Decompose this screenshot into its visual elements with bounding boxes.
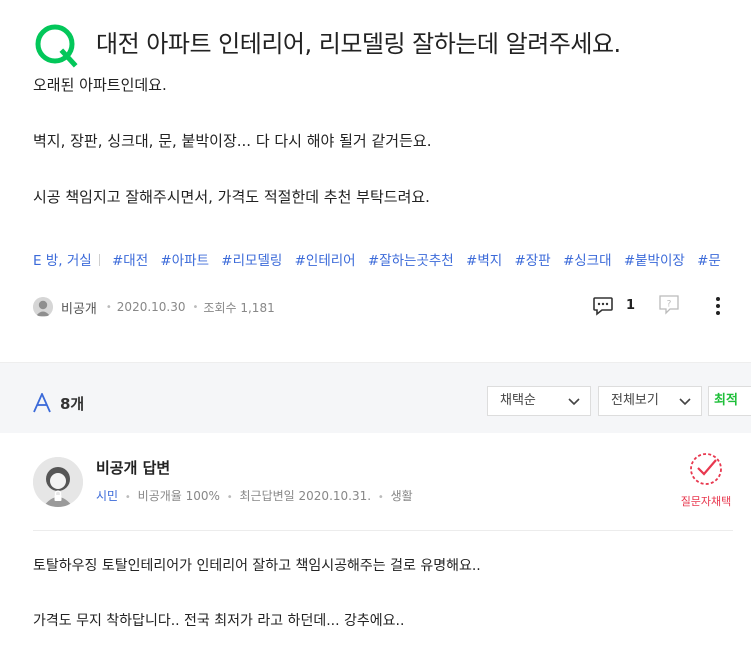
answer-body-line: 토탈하우징 토탈인테리어가 인테리어 잘하고 책임시공해주는 걸로 유명해요.. (33, 558, 481, 574)
tag-link[interactable]: #싱크대 (563, 249, 612, 269)
category-link[interactable]: E 방, 거실 (33, 249, 92, 269)
answer-a-icon (33, 393, 51, 413)
question-date: 2020.10.30 (116, 300, 186, 314)
check-badge-icon (690, 453, 722, 485)
chevron-down-icon (568, 398, 580, 406)
adoption-rate: 비공개율 100% (137, 489, 220, 503)
meta-separator: • (377, 492, 384, 503)
recent-answer-date: 최근답변일 2020.10.31. (239, 489, 372, 503)
chevron-down-icon (679, 398, 691, 406)
question-body-line: 벽지, 장판, 싱크대, 문, 붙박이장... 다 다시 해야 될거 같거든요. (33, 132, 432, 150)
answer-category: 생활 (390, 489, 413, 503)
tag-link[interactable]: #벽지 (466, 249, 502, 269)
divider (33, 530, 733, 531)
question-author: 비공개 (61, 301, 97, 317)
tag-link[interactable]: #아파트 (160, 249, 209, 269)
answerer-name: 비공개 답변 (96, 459, 171, 477)
view-count: 조회수 1,181 (203, 300, 275, 315)
comment-button[interactable]: 1 (592, 294, 635, 316)
sort-select[interactable]: 채택순 (487, 386, 591, 416)
questioner-chosen-badge: 질문자채택 (676, 451, 736, 508)
question-title: 대전 아파트 인테리어, 리모델링 잘하는데 알려주세요. (96, 30, 621, 58)
filter-select[interactable]: 전체보기 (598, 386, 702, 416)
comment-icon (593, 297, 613, 316)
tag-link[interactable]: #리모델링 (221, 249, 282, 269)
meta-separator: • (105, 301, 112, 313)
chosen-label: 질문자채택 (680, 495, 732, 508)
svg-text:?: ? (667, 300, 672, 310)
tag-link[interactable]: #붙박이장 (624, 249, 685, 269)
answer-count: 8개 (60, 395, 85, 413)
tag-link[interactable]: #인테리어 (295, 249, 356, 269)
filter-select-label: 전체보기 (611, 393, 659, 408)
question-body-line: 오래된 아파트인데요. (33, 76, 167, 94)
latest-tab[interactable]: 최적 (708, 386, 751, 416)
more-icon[interactable] (710, 294, 726, 318)
meta-separator: • (192, 301, 199, 313)
tag-link[interactable]: #대전 (112, 249, 148, 269)
answer-body-line: 가격도 무지 착하답니다.. 전국 최저가 라고 하던데... 강추에요.. (33, 613, 405, 629)
tag-divider (98, 254, 100, 266)
comment-count: 1 (626, 297, 636, 313)
sort-select-label: 채택순 (500, 393, 536, 408)
tag-link[interactable]: #잘하는곳추천 (368, 249, 454, 269)
tag-list: E 방, 거실 #대전 #아파트 #리모델링 #인테리어 #잘하는곳추천 #벽지… (33, 249, 733, 271)
tag-link[interactable]: #장판 (514, 249, 550, 269)
avatar-icon (33, 297, 53, 317)
answerer-grade[interactable]: 시민 (96, 489, 118, 503)
answer-meta: 시민 • 비공개율 100% • 최근답변일 2020.10.31. • 생활 (96, 487, 413, 504)
question-meta: 비공개 • 2020.10.30 • 조회수 1,181 (33, 296, 275, 318)
meta-separator: • (124, 492, 131, 503)
meta-separator: • (226, 492, 233, 503)
report-icon[interactable]: ? (658, 295, 680, 315)
answerer-avatar (33, 457, 83, 507)
avatar-icon (33, 457, 83, 507)
q-logo-icon (35, 24, 78, 68)
question-body-line: 시공 책임지고 잘해주시면서, 가격도 적절한데 추천 부탁드려요. (33, 188, 430, 206)
tag-link[interactable]: #문 (697, 249, 721, 269)
